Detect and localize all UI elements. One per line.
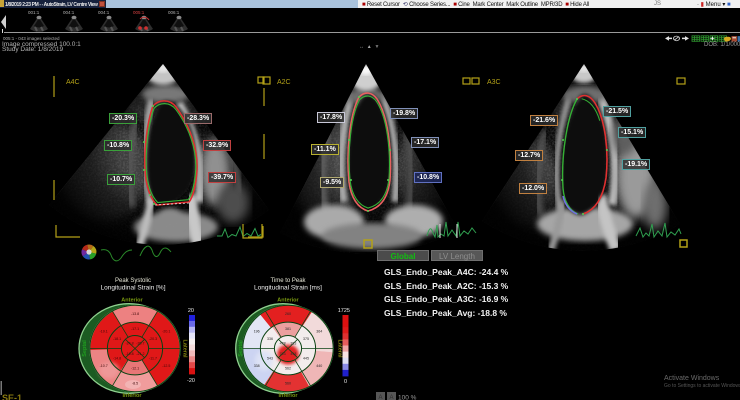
svg-text:-19.8: -19.8 <box>125 352 133 356</box>
svg-text:338: 338 <box>254 364 260 368</box>
svg-text:Time to Peak: Time to Peak <box>270 278 306 284</box>
svg-text:Inferior: Inferior <box>279 393 299 399</box>
svg-text:A2C: A2C <box>277 79 291 86</box>
svg-text:445: 445 <box>303 357 309 361</box>
svg-text:260: 260 <box>285 312 291 316</box>
svg-text:196: 196 <box>254 329 260 333</box>
svg-text:-12.1: -12.1 <box>131 367 139 371</box>
svg-text:383: 383 <box>290 342 296 346</box>
svg-text:448: 448 <box>290 352 296 356</box>
svg-text:703: 703 <box>280 352 286 356</box>
svg-text:A: A <box>379 395 383 400</box>
svg-text:-24.8: -24.8 <box>125 342 133 346</box>
svg-text:381: 381 <box>285 327 291 331</box>
svg-text:-21.2: -21.2 <box>136 352 144 356</box>
svg-text:-20.7: -20.7 <box>136 342 144 346</box>
svg-text:543: 543 <box>267 357 273 361</box>
svg-text:Longitudinal Strain [%]: Longitudinal Strain [%] <box>100 285 165 292</box>
svg-text:478: 478 <box>280 342 286 346</box>
svg-text:A3C: A3C <box>487 79 501 86</box>
svg-text:100 %: 100 % <box>398 395 417 400</box>
svg-text:562: 562 <box>285 367 291 371</box>
svg-text:SE-1: SE-1 <box>2 393 22 400</box>
svg-text:Septal: Septal <box>238 340 244 357</box>
svg-text:Lateral: Lateral <box>337 339 343 358</box>
svg-text:Anterior: Anterior <box>121 298 143 304</box>
svg-text:-20.1: -20.1 <box>162 329 170 333</box>
svg-text:-12.5: -12.5 <box>162 364 170 368</box>
svg-text:0: 0 <box>344 379 347 385</box>
svg-text:Peak Systolic: Peak Systolic <box>115 278 151 284</box>
svg-text:-18.1: -18.1 <box>113 337 121 341</box>
svg-text:Inferior: Inferior <box>123 393 143 399</box>
svg-text:Anterior: Anterior <box>277 298 299 304</box>
svg-text:364: 364 <box>316 329 322 333</box>
svg-text:560: 560 <box>285 381 291 385</box>
svg-text:-10.7: -10.7 <box>100 364 108 368</box>
svg-text:440: 440 <box>316 364 322 368</box>
svg-text:Longitudinal Strain [ms]: Longitudinal Strain [ms] <box>254 285 322 292</box>
svg-text:-17.1: -17.1 <box>131 327 139 331</box>
svg-text:A4C: A4C <box>66 79 80 86</box>
svg-text:-13.8: -13.8 <box>131 312 139 316</box>
svg-text:-20.3: -20.3 <box>149 337 157 341</box>
svg-text:Activate Windows: Activate Windows <box>664 375 720 382</box>
svg-text:-20: -20 <box>187 378 195 384</box>
svg-text:-14.8: -14.8 <box>113 357 121 361</box>
svg-text:20: 20 <box>188 308 194 314</box>
svg-text:375: 375 <box>303 337 309 341</box>
svg-text:-8.5: -8.5 <box>132 381 138 385</box>
svg-text:Septal: Septal <box>82 340 88 357</box>
svg-text:-19.1: -19.1 <box>100 329 108 333</box>
svg-text:-11.7: -11.7 <box>149 357 157 361</box>
svg-text:1725: 1725 <box>338 308 350 314</box>
svg-text:A: A <box>390 395 394 400</box>
svg-text:Lateral: Lateral <box>182 339 188 358</box>
svg-text:336: 336 <box>267 337 273 341</box>
svg-text:Go to Settings to activate Win: Go to Settings to activate Windows. <box>664 383 740 389</box>
